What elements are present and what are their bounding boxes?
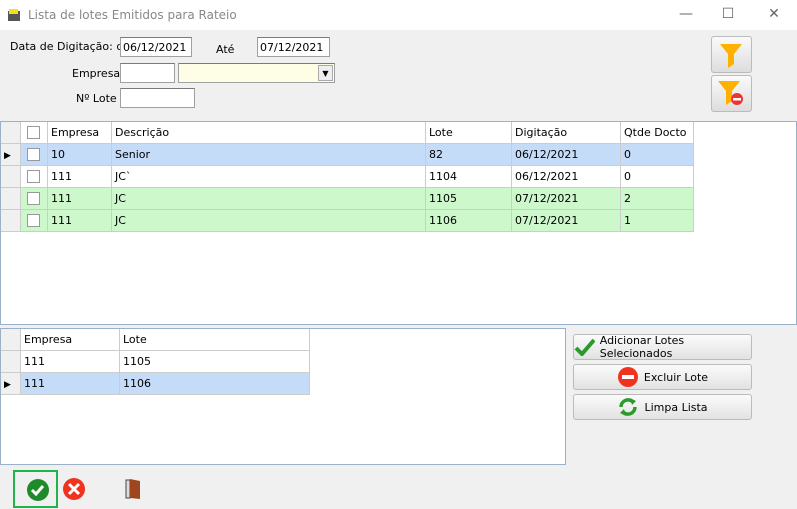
remove-lote-label: Excluir Lote (643, 370, 709, 384)
refresh-icon (619, 398, 638, 416)
date-to-label: Até (216, 43, 235, 56)
row-indicator: ▶ (1, 373, 21, 395)
current-row-arrow-icon: ▶ (4, 151, 11, 161)
lote-label: Nº Lote (76, 92, 117, 105)
empresa-label: Empresa (72, 67, 121, 80)
cancel-icon[interactable] (62, 477, 86, 501)
cell-empresa[interactable]: 111 (48, 210, 112, 232)
cell-empresa[interactable]: 10 (48, 144, 112, 166)
clear-filter-button[interactable] (711, 75, 752, 112)
row-checkbox-cell (21, 166, 48, 188)
select-all-checkbox[interactable] (27, 126, 40, 139)
lote-input[interactable] (120, 88, 195, 108)
filter-button[interactable] (711, 36, 752, 73)
row-checkbox-cell (21, 188, 48, 210)
cell-lote[interactable]: 82 (426, 144, 512, 166)
row-checkbox[interactable] (27, 170, 40, 183)
empresa-code-input[interactable] (120, 63, 175, 83)
cell-empresa[interactable]: 111 (21, 373, 120, 395)
title-bar: Lista de lotes Emitidos para Rateio — ☐ … (0, 0, 797, 30)
cell-digitacao[interactable]: 07/12/2021 (512, 188, 621, 210)
row-checkbox[interactable] (27, 148, 40, 161)
cell-qtde[interactable]: 2 (621, 188, 694, 210)
col-descricao[interactable]: Descrição (112, 122, 426, 144)
minimize-button[interactable]: — (676, 6, 696, 24)
add-lotes-label: Adicionar Lotes Selecionados (599, 334, 685, 360)
date-from-input[interactable] (120, 37, 192, 57)
cell-digitacao[interactable]: 07/12/2021 (512, 210, 621, 232)
maximize-button[interactable]: ☐ (718, 6, 738, 24)
indicator-header (1, 122, 21, 144)
check-icon (574, 338, 595, 356)
empresa-combo[interactable]: ▼ (178, 63, 335, 83)
remove-lote-button[interactable]: Excluir Lote (573, 364, 752, 390)
cell-lote[interactable]: 1105 (426, 188, 512, 210)
clear-list-button[interactable]: Limpa Lista (573, 394, 752, 420)
cell-empresa[interactable]: 111 (48, 188, 112, 210)
clear-list-label: Limpa Lista (644, 400, 708, 414)
cell-qtde[interactable]: 0 (621, 166, 694, 188)
row-indicator: ▶ (1, 144, 21, 166)
cell-lote[interactable]: 1105 (120, 351, 310, 373)
col-qtde[interactable]: Qtde Docto (621, 122, 694, 144)
exit-door-icon[interactable] (124, 477, 144, 501)
row-checkbox[interactable] (27, 214, 40, 227)
cell-digitacao[interactable]: 06/12/2021 (512, 166, 621, 188)
col-lote[interactable]: Lote (120, 329, 310, 351)
cell-empresa[interactable]: 111 (48, 166, 112, 188)
window-title: Lista de lotes Emitidos para Rateio (28, 8, 237, 22)
cell-descricao[interactable]: Senior (112, 144, 426, 166)
cell-digitacao[interactable]: 06/12/2021 (512, 144, 621, 166)
row-indicator (1, 188, 21, 210)
cell-descricao[interactable]: JC (112, 188, 426, 210)
cell-descricao[interactable]: JC (112, 210, 426, 232)
remove-icon (617, 367, 638, 387)
check-circle-icon (27, 479, 49, 501)
filter-remove-icon (718, 81, 743, 105)
app-icon (8, 9, 20, 21)
cell-qtde[interactable]: 0 (621, 144, 694, 166)
add-lotes-button[interactable]: Adicionar Lotes Selecionados (573, 334, 752, 360)
current-row-arrow-icon: ▶ (4, 380, 11, 390)
col-empresa[interactable]: Empresa (48, 122, 112, 144)
col-empresa[interactable]: Empresa (21, 329, 120, 351)
cell-empresa[interactable]: 111 (21, 351, 120, 373)
filter-icon (720, 44, 742, 68)
row-indicator (1, 210, 21, 232)
row-checkbox[interactable] (27, 192, 40, 205)
row-checkbox-cell (21, 210, 48, 232)
date-from-label: Data de Digitação: de (10, 40, 131, 53)
indicator-header (1, 329, 21, 351)
lotes-grid[interactable]: Empresa Descrição Lote Digitação Qtde Do… (0, 121, 797, 325)
row-indicator (1, 351, 21, 373)
cell-descricao[interactable]: JC` (112, 166, 426, 188)
row-indicator (1, 166, 21, 188)
cell-lote[interactable]: 1106 (120, 373, 310, 395)
col-lote[interactable]: Lote (426, 122, 512, 144)
col-digitacao[interactable]: Digitação (512, 122, 621, 144)
chevron-down-icon[interactable]: ▼ (318, 65, 333, 81)
close-button[interactable]: ✕ (764, 6, 784, 24)
cell-qtde[interactable]: 1 (621, 210, 694, 232)
row-checkbox-cell (21, 144, 48, 166)
cell-lote[interactable]: 1106 (426, 210, 512, 232)
select-all-header (21, 122, 48, 144)
cell-lote[interactable]: 1104 (426, 166, 512, 188)
selected-lotes-grid[interactable]: Empresa Lote 111 1105 ▶ 111 1106 (0, 328, 566, 465)
date-to-input[interactable] (257, 37, 330, 57)
confirm-button[interactable] (13, 470, 58, 508)
